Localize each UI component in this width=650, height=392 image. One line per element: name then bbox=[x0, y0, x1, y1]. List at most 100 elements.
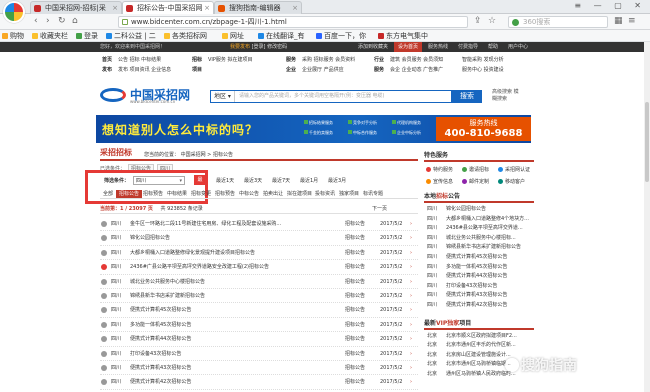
table-row[interactable]: 四川 打印设备43次招标公告 招标公告 2017/5/2 › bbox=[100, 347, 418, 361]
row-title[interactable]: 锦化公园招标公告 bbox=[130, 231, 312, 245]
nav-service[interactable]: 服务 bbox=[286, 56, 296, 63]
user-center-link[interactable]: 用户中心 bbox=[504, 42, 532, 52]
item-title[interactable]: 便携式计算机44次招标公告 bbox=[446, 272, 534, 282]
item-title[interactable]: 便携式计算机43次招标公告 bbox=[446, 291, 534, 301]
bookmark-item[interactable]: 东方电气集中 bbox=[378, 31, 428, 41]
tab-bid-change[interactable]: 招标变更 bbox=[188, 190, 214, 198]
pay-guide-link[interactable]: 付费指导 bbox=[454, 42, 482, 52]
table-row[interactable]: 四川 锦绣县新华书店采扩建新招标公告 招标公告 2017/5/2 › bbox=[100, 289, 418, 304]
row-title[interactable]: 便携式计算机45次招标公告 bbox=[130, 303, 312, 317]
row-title[interactable]: 锦绣县新华书店采扩建新招标公告 bbox=[130, 289, 312, 303]
time-option[interactable]: 最近1天 bbox=[216, 175, 234, 187]
service-item[interactable]: 邮件定制 bbox=[462, 178, 489, 185]
topbar-links[interactable]: 我要发布 [登录] 修改密码 bbox=[230, 42, 287, 52]
nav-links[interactable]: 智能采购 发现分析 bbox=[462, 56, 504, 63]
list-item[interactable]: 四川 多功能一体机45次招标公告 bbox=[424, 263, 534, 273]
close-tab-icon[interactable]: × bbox=[112, 2, 118, 14]
nav-links[interactable]: 建筑 会员服务 会员须知 bbox=[390, 56, 443, 63]
browser-tab-1[interactable]: 中国采招网-招标|采 × bbox=[30, 1, 122, 14]
table-row[interactable]: 四川 城北业务公共服务中心楼招标公告 招标公告 2017/5/2 › bbox=[100, 275, 418, 289]
item-title[interactable]: 锦化公园招标公告 bbox=[446, 205, 534, 215]
item-title[interactable]: 打印设备43次招标公告 bbox=[446, 282, 534, 292]
nav-home[interactable]: 首页 bbox=[102, 56, 112, 63]
table-row[interactable]: 四川 便携式计算机42次招标公告 招标公告 2017/5/2 › bbox=[100, 375, 418, 390]
browser-tab-2[interactable]: 招标公告-中国采招网 × bbox=[122, 1, 214, 14]
table-row[interactable]: 四川 便携式计算机45次招标公告 招标公告 2017/5/2 › bbox=[100, 303, 418, 318]
row-title[interactable]: 打印设备43次招标公告 bbox=[130, 347, 312, 361]
list-item[interactable]: 四川 打印设备43次招标公告 bbox=[424, 282, 534, 292]
tab-win-result[interactable]: 中标结果 bbox=[164, 190, 190, 198]
home-icon[interactable]: ⌂ bbox=[72, 16, 78, 26]
bookmark-item[interactable]: 收藏夹栏 bbox=[32, 31, 68, 41]
menu-icon[interactable]: ≡ bbox=[628, 16, 636, 26]
add-favorite-link[interactable]: 添加到收藏夹 bbox=[354, 42, 392, 52]
row-title[interactable]: 金牛区一环路北二段11号新建住宅用房、绿化工程及配套设施采购... bbox=[130, 217, 312, 231]
nav-links[interactable]: 会企 企业动态 广告推广 bbox=[390, 66, 443, 73]
list-item[interactable]: 四川 大都乡桐桶入口道路整修4个地块方... bbox=[424, 215, 534, 225]
time-option[interactable]: 最近3天 bbox=[244, 175, 262, 187]
item-title[interactable]: 城北业务公共服务中心楼招标... bbox=[446, 234, 534, 244]
table-row[interactable]: 四川 金牛区一环路北二段11号新建住宅用房、绿化工程及配套设施采购... 招标公告 2… bbox=[100, 217, 418, 232]
list-item[interactable]: 四川 锦绣县新华书店采扩建新招标公告 bbox=[424, 243, 534, 253]
nav-links[interactable]: 发布 项目资讯 企业信息 bbox=[118, 66, 171, 73]
site-search-button[interactable]: 搜索 bbox=[452, 90, 482, 103]
refresh-icon[interactable]: ↻ bbox=[58, 16, 66, 26]
nav-links[interactable]: 采购 招标服务 会员资料 bbox=[302, 56, 355, 63]
scrollbar-thumb[interactable] bbox=[645, 102, 649, 182]
nav-links[interactable]: 企业展厅 产品供应 bbox=[302, 66, 344, 73]
tab-bid-news[interactable]: 投标资讯 bbox=[312, 190, 338, 198]
nav-links[interactable]: VIP服务 拟在建项目 bbox=[208, 56, 253, 63]
promo-banner[interactable]: 想知道别人怎么中标的吗？ 招标结果服务 千金拍卖服务 竞争对手分析 中标合作服务… bbox=[96, 115, 531, 143]
row-title[interactable]: 多功能一体机45次招标公告 bbox=[130, 318, 312, 332]
browser-360-logo-icon[interactable] bbox=[3, 1, 25, 23]
bookmark-item[interactable]: 登录 bbox=[76, 31, 98, 41]
nav-enterprise[interactable]: 企业 bbox=[286, 66, 296, 73]
vertical-scrollbar[interactable] bbox=[644, 42, 650, 392]
tab-all[interactable]: 全部 bbox=[100, 190, 116, 198]
list-item[interactable]: 四川 便携式计算机42次招标公告 bbox=[424, 301, 534, 311]
item-title[interactable]: 锦绣县新华书店采扩建新招标公告 bbox=[446, 243, 534, 253]
service-item[interactable]: 移动客户 bbox=[498, 178, 525, 185]
tab-bid-notice[interactable]: 招标公告 bbox=[116, 190, 143, 198]
time-option[interactable]: 最近1月 bbox=[300, 175, 318, 187]
service-item[interactable]: 特约服务 bbox=[426, 166, 453, 173]
tab-bid-preview[interactable]: 招标预告 bbox=[140, 190, 166, 198]
hotline-link[interactable]: 服务热线 bbox=[424, 42, 452, 52]
bookmark-item[interactable]: 各类招标网 bbox=[164, 31, 207, 41]
item-title[interactable]: 2436#县公路平坝至高坪交界道... bbox=[446, 224, 534, 234]
close-tab-icon[interactable]: × bbox=[204, 2, 210, 14]
item-title[interactable]: 北京市顺义区政府拟建项目F2... bbox=[446, 332, 534, 342]
site-logo[interactable]: 中国采招网 www.bidcenter.com.cn bbox=[100, 84, 210, 106]
row-title[interactable]: 2436#广县公路平坝至高坪交界道路安全改建工程(2)招标公告 bbox=[130, 260, 312, 274]
site-search-input[interactable]: 地区 ▾ 请输入您的产品关键词，多个关键词用空格隔开(例：变压器 电缆) bbox=[210, 90, 452, 103]
item-title[interactable]: 北京市通州区丰乐的代作区新... bbox=[446, 341, 534, 351]
table-row[interactable]: 四川 多功能一体机45次招标公告 招标公告 2017/5/2 › bbox=[100, 318, 418, 333]
set-home-link[interactable]: 设为首页 bbox=[394, 42, 423, 52]
time-option[interactable]: 最近3月 bbox=[328, 175, 346, 187]
browser-search-input[interactable]: 360搜索 bbox=[508, 16, 608, 28]
row-title[interactable]: 便携式计算机43次招标公告 bbox=[130, 361, 312, 375]
window-controls[interactable]: ≡ — ▢ ✕ bbox=[574, 1, 646, 10]
advanced-search-link[interactable]: 高级搜索 模糊搜索 bbox=[492, 89, 522, 103]
item-title[interactable]: 便携式计算机45次招标公告 bbox=[446, 253, 534, 263]
next-page-link[interactable]: 下一页 bbox=[372, 204, 387, 214]
bookmark-item[interactable]: 在线翻译_有 bbox=[258, 31, 305, 41]
forward-arrow-icon[interactable]: › bbox=[46, 16, 50, 26]
tab-exclusive[interactable]: 独家项目 bbox=[336, 190, 362, 198]
row-title[interactable]: 便携式计算机42次招标公告 bbox=[130, 375, 312, 389]
share-icon[interactable]: ⇪ bbox=[474, 16, 482, 26]
list-item[interactable]: 四川 便携式计算机44次招标公告 bbox=[424, 272, 534, 282]
url-input[interactable]: www.bidcenter.com.cn/zbpage-1-四川-1.html bbox=[118, 16, 468, 28]
bookmark-item[interactable]: 百度一下，你 bbox=[316, 31, 366, 41]
item-title[interactable]: 便携式计算机42次招标公告 bbox=[446, 301, 534, 311]
list-item[interactable]: 四川 便携式计算机45次招标公告 bbox=[424, 253, 534, 263]
list-item[interactable]: 北京 北京市通州区丰乐的代作区新... bbox=[424, 341, 534, 351]
nav-links[interactable]: 公告 招标 中标结果 bbox=[118, 56, 161, 63]
table-row[interactable]: 四川 锦化公园招标公告 招标公告 2017/5/2 › bbox=[100, 231, 418, 246]
row-title[interactable]: 便携式计算机44次招标公告 bbox=[130, 332, 312, 346]
row-title[interactable]: 大都乡桐桶入口道路整修绿化景观提升建设项目招标公告 bbox=[130, 246, 312, 260]
list-item[interactable]: 四川 2436#县公路平坝至高坪交界道... bbox=[424, 224, 534, 234]
list-item[interactable]: 四川 便携式计算机43次招标公告 bbox=[424, 291, 534, 301]
row-title[interactable]: 城北业务公共服务中心楼招标公告 bbox=[130, 275, 312, 289]
nav-industry[interactable]: 行业 bbox=[374, 56, 384, 63]
